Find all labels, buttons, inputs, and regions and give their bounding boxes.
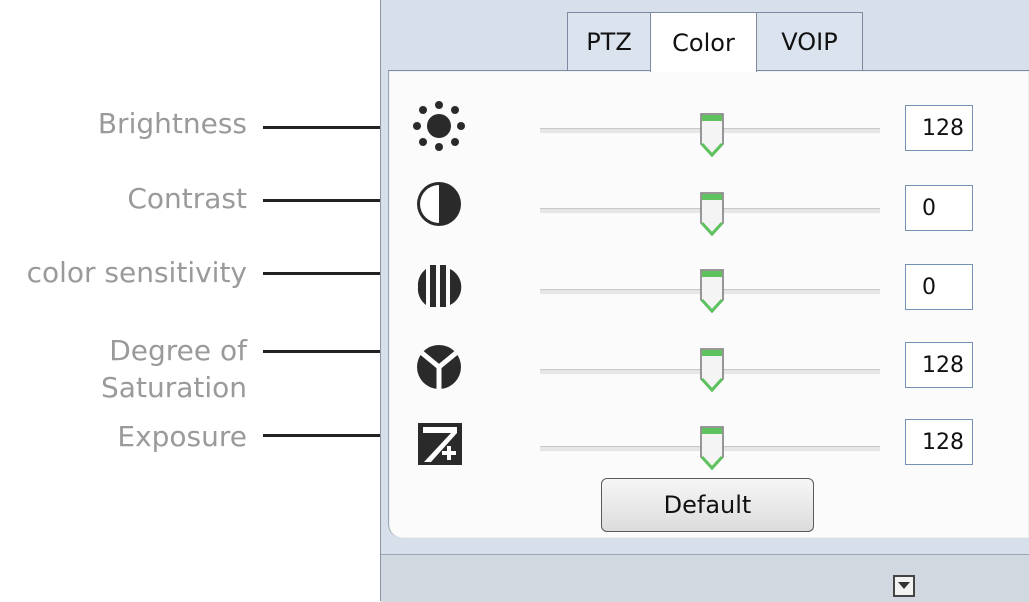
contrast-slider-thumb[interactable] [699, 191, 725, 237]
exposure-value-field[interactable]: 128 [905, 419, 973, 465]
saturation-slider-thumb[interactable] [699, 347, 725, 393]
color-sensitivity-value-field[interactable]: 0 [905, 264, 973, 310]
color-sensitivity-slider-thumb[interactable] [699, 268, 725, 314]
tab-voip[interactable]: VOIP [756, 12, 863, 70]
bottom-toolbar [381, 554, 1029, 602]
color-sensitivity-annotation: color sensitivity [26, 256, 247, 289]
sun-icon [413, 101, 465, 151]
contrast-annotation: Contrast [127, 182, 247, 215]
saturation-icon [417, 345, 461, 389]
exposure-slider-thumb[interactable] [699, 425, 725, 471]
tab-bar: PTZ Color VOIP [567, 12, 863, 72]
saturation-annotation-line2: Saturation [101, 371, 247, 404]
tab-ptz[interactable]: PTZ [567, 12, 651, 70]
brightness-value-field[interactable]: 128 [905, 105, 973, 151]
default-button[interactable]: Default [601, 478, 814, 532]
contrast-icon [417, 182, 461, 226]
dropdown-arrow-icon[interactable] [893, 575, 915, 597]
brightness-annotation: Brightness [97, 107, 247, 140]
tab-color[interactable]: Color [650, 12, 757, 72]
saturation-annotation-line1: Degree of [109, 334, 247, 367]
saturation-value-field[interactable]: 128 [905, 342, 973, 388]
contrast-value-field[interactable]: 0 [905, 185, 973, 231]
brightness-slider-thumb[interactable] [699, 112, 725, 158]
exposure-annotation: Exposure [117, 420, 247, 453]
hue-bars-icon [417, 265, 462, 307]
exposure-icon [418, 423, 462, 465]
